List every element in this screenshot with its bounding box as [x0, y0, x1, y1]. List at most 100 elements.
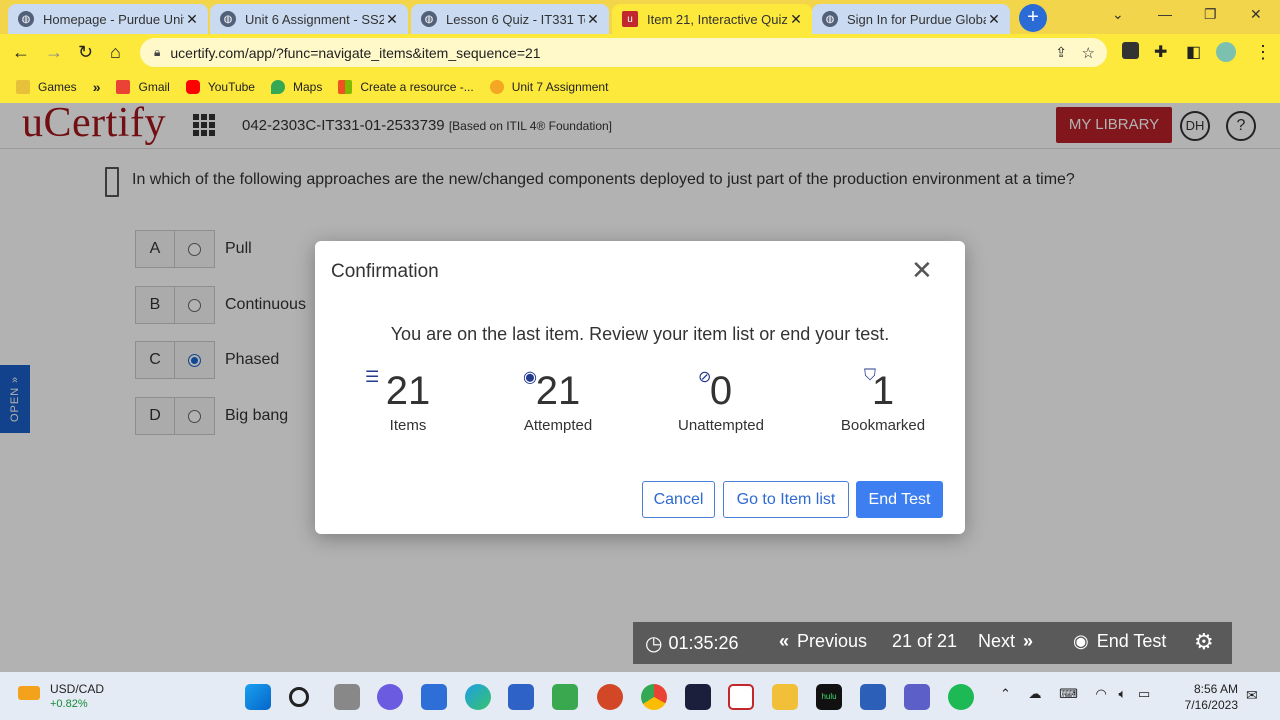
puzzle-icon[interactable]: ✚ [1154, 42, 1167, 62]
close-tab-icon[interactable]: ✕ [585, 11, 601, 28]
close-window-icon[interactable]: ✕ [1250, 6, 1262, 23]
browser-tab[interactable]: ◍ Homepage - Purdue Univ ✕ [8, 4, 208, 34]
clock-icon: ◷ [645, 633, 663, 655]
stop-icon: ◉ [1073, 631, 1089, 651]
spotify-icon[interactable] [948, 684, 974, 710]
edge-icon[interactable] [465, 684, 491, 710]
previous-button[interactable]: « Previous [779, 631, 867, 652]
minimize-icon[interactable]: — [1158, 6, 1172, 22]
stat-label: Items [389, 417, 427, 434]
browser-tab[interactable]: ◍ Unit 6 Assignment - SS25 ✕ [210, 4, 408, 34]
address-bar-row: ← → ↻ ⌂ 🔒︎ ucertify.com/app/?func=naviga… [0, 34, 1280, 71]
bookmarks-bar: Games » Gmail YouTube Maps Create a reso… [0, 71, 1280, 103]
word-icon[interactable] [860, 684, 886, 710]
battery-icon[interactable]: ▭ [1138, 686, 1150, 701]
search-icon[interactable] [289, 687, 309, 707]
new-tab-button[interactable]: + [1019, 4, 1047, 32]
ucertify-app-icon[interactable] [728, 684, 754, 710]
bookmark-unit7[interactable]: Unit 7 Assignment [489, 80, 608, 94]
double-chevron-icon: » [92, 79, 101, 95]
profile-avatar[interactable] [1216, 42, 1236, 62]
end-test-label: End Test [1096, 631, 1167, 651]
end-test-button[interactable]: ◉ End Test [1073, 631, 1166, 652]
end-test-confirm-button[interactable]: End Test [856, 481, 943, 518]
windows-start-icon[interactable] [245, 684, 271, 710]
cloud-icon[interactable]: ☁ [1029, 686, 1042, 701]
reload-icon[interactable]: ↻ [78, 42, 93, 63]
browser-tab-active[interactable]: u Item 21, Interactive Quiz ✕ [612, 4, 812, 34]
snip-icon[interactable] [552, 684, 578, 710]
chevron-up-icon[interactable]: ⌃ [1000, 686, 1011, 701]
store-icon[interactable] [421, 684, 447, 710]
globe-icon: ◍ [220, 11, 236, 27]
bookmark-maps[interactable]: Maps [270, 80, 322, 94]
bookmarks-overflow[interactable]: » [93, 79, 101, 95]
browser-tab[interactable]: ◍ Sign In for Purdue Global ✕ [812, 4, 1010, 34]
chat-icon[interactable] [377, 684, 403, 710]
bookmark-games[interactable]: Games [16, 80, 77, 94]
tab-title: Lesson 6 Quiz - IT331 Tec [446, 11, 585, 27]
extension-icon[interactable] [1122, 42, 1139, 59]
list-icon: ☰ [365, 369, 380, 386]
chrome-icon[interactable] [641, 684, 667, 710]
tab-title: Homepage - Purdue Univ [43, 11, 184, 27]
forward-arrow-icon[interactable]: → [45, 42, 63, 63]
volume-icon[interactable]: 🔈︎ [1119, 686, 1127, 701]
hulu-icon[interactable]: hulu [816, 684, 842, 710]
widget-value: +0.82% [50, 698, 88, 710]
close-icon[interactable]: ✕ [911, 257, 933, 283]
keyboard-icon[interactable]: ⌨ [1059, 686, 1078, 701]
star-icon[interactable]: ☆ [1082, 44, 1095, 62]
stat-value: 21 [385, 369, 431, 413]
stat-items: ☰ 21 Items [333, 365, 483, 434]
bookmark-label: YouTube [207, 80, 255, 94]
eye-icon: ◉ [523, 369, 537, 386]
sidepanel-icon[interactable]: ◧ [1186, 42, 1201, 62]
dev-tool-icon[interactable] [685, 684, 711, 710]
tab-title: Unit 6 Assignment - SS25 [245, 11, 384, 27]
close-tab-icon[interactable]: ✕ [788, 11, 804, 28]
notification-icon[interactable]: ✉ [1246, 687, 1258, 704]
site-icon [489, 80, 504, 94]
back-arrow-icon[interactable]: ← [12, 42, 30, 63]
bookmark-create-resource[interactable]: Create a resource -... [338, 80, 474, 94]
menu-dots-icon[interactable]: ⋮ [1254, 42, 1272, 63]
wifi-icon[interactable]: ◠ [1096, 686, 1107, 701]
stat-value: 1 [871, 369, 895, 413]
close-tab-icon[interactable]: ✕ [184, 11, 200, 28]
folder-icon [16, 80, 30, 94]
bookmark-gmail[interactable]: Gmail [116, 80, 170, 94]
url-text: ucertify.com/app/?func=navigate_items&it… [170, 44, 541, 61]
eye-slash-icon: ⊘ [698, 369, 712, 386]
taskbar-clock[interactable]: 8:56 AM 7/16/2023 [1178, 681, 1238, 713]
stat-label: Bookmarked [840, 417, 926, 434]
restore-icon[interactable]: ❐ [1204, 6, 1217, 23]
timer: ◷ 01:35:26 [645, 631, 739, 656]
home-icon[interactable]: ⌂ [110, 42, 121, 63]
clock-date: 7/16/2023 [1184, 698, 1238, 712]
teams-icon[interactable] [904, 684, 930, 710]
file-explorer-icon[interactable] [772, 684, 798, 710]
stat-value: 21 [535, 369, 581, 413]
url-field[interactable]: 🔒︎ ucertify.com/app/?func=navigate_items… [140, 38, 1107, 67]
tab-search-icon[interactable]: ⌄ [1112, 6, 1124, 23]
visio-icon[interactable] [508, 684, 534, 710]
close-tab-icon[interactable]: ✕ [384, 11, 400, 28]
next-button[interactable]: Next » [978, 631, 1033, 652]
cancel-button[interactable]: Cancel [642, 481, 715, 518]
browser-tab-bar: ◍ Homepage - Purdue Univ ✕ ◍ Unit 6 Assi… [0, 0, 1280, 34]
go-to-item-list-button[interactable]: Go to Item list [723, 481, 849, 518]
stat-label: Unattempted [678, 417, 764, 434]
bookmark-youtube[interactable]: YouTube [185, 80, 255, 94]
share-icon[interactable]: ⇪ [1055, 44, 1067, 61]
timer-value: 01:35:26 [668, 633, 739, 653]
stat-value: 0 [709, 369, 733, 413]
maps-icon [270, 80, 285, 94]
powerpoint-icon[interactable] [597, 684, 623, 710]
task-view-icon[interactable] [334, 684, 360, 710]
settings-gear-icon[interactable]: ⚙ [1194, 629, 1214, 655]
youtube-icon [185, 80, 200, 94]
browser-tab[interactable]: ◍ Lesson 6 Quiz - IT331 Tec ✕ [411, 4, 609, 34]
globe-icon: ◍ [421, 11, 437, 27]
close-tab-icon[interactable]: ✕ [986, 11, 1002, 28]
